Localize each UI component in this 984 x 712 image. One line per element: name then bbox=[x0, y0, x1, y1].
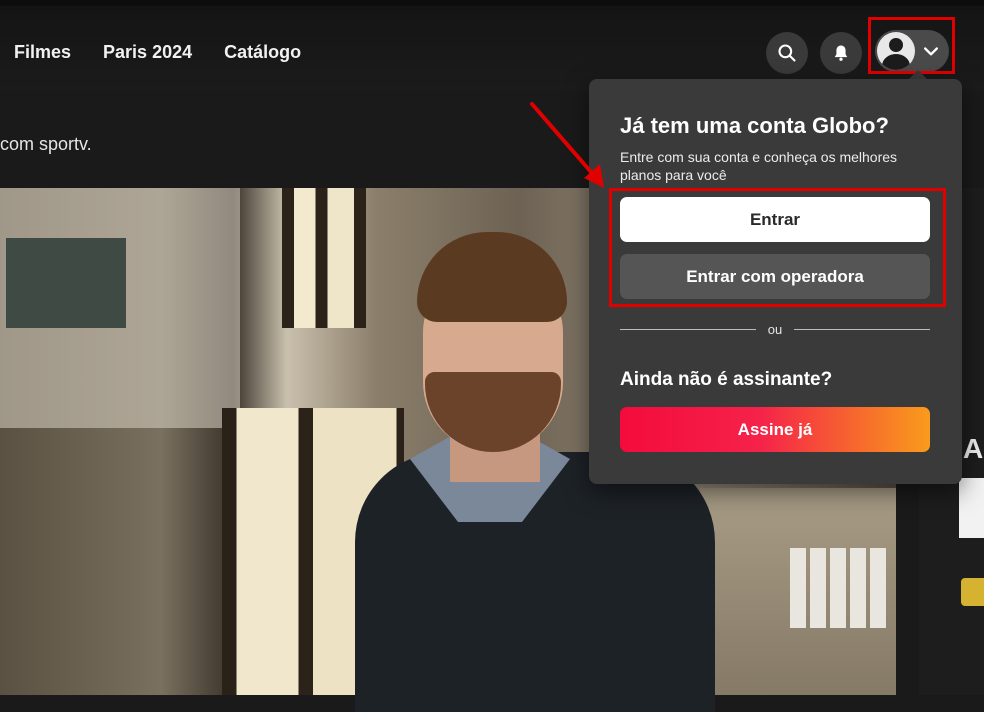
top-bar: Filmes Paris 2024 Catálogo bbox=[0, 0, 984, 90]
user-avatar-icon bbox=[877, 32, 915, 70]
bell-icon bbox=[834, 45, 848, 61]
red-arrow-annotation bbox=[530, 102, 604, 188]
notifications-button[interactable] bbox=[820, 32, 862, 74]
or-divider: ou bbox=[620, 322, 930, 337]
nav-item-filmes[interactable]: Filmes bbox=[14, 42, 71, 63]
search-icon bbox=[778, 44, 796, 62]
popup-description: Entre com sua conta e conheça os melhore… bbox=[620, 149, 898, 183]
popup-title: Já tem uma conta Globo? bbox=[620, 113, 889, 138]
banner-title-fragment: A bbox=[963, 433, 984, 464]
main-nav: Filmes Paris 2024 Catálogo bbox=[14, 42, 301, 63]
nav-item-paris-2024[interactable]: Paris 2024 bbox=[103, 42, 192, 63]
divider-text: ou bbox=[767, 322, 783, 337]
login-popup: Já tem uma conta Globo? Entre com sua co… bbox=[589, 79, 962, 484]
operator-login-button[interactable]: Entrar com operadora bbox=[620, 254, 930, 299]
subscribe-button[interactable]: Assine já bbox=[620, 407, 930, 452]
chevron-down-icon bbox=[924, 47, 938, 56]
rating-badge bbox=[961, 578, 984, 606]
login-button[interactable]: Entrar bbox=[620, 197, 930, 242]
profile-menu-button[interactable] bbox=[875, 30, 949, 72]
nav-item-catalogo[interactable]: Catálogo bbox=[224, 42, 301, 63]
search-button[interactable] bbox=[766, 32, 808, 74]
subtitle-text: com sportv. bbox=[0, 134, 92, 154]
subscribe-heading: Ainda não é assinante? bbox=[620, 369, 833, 390]
